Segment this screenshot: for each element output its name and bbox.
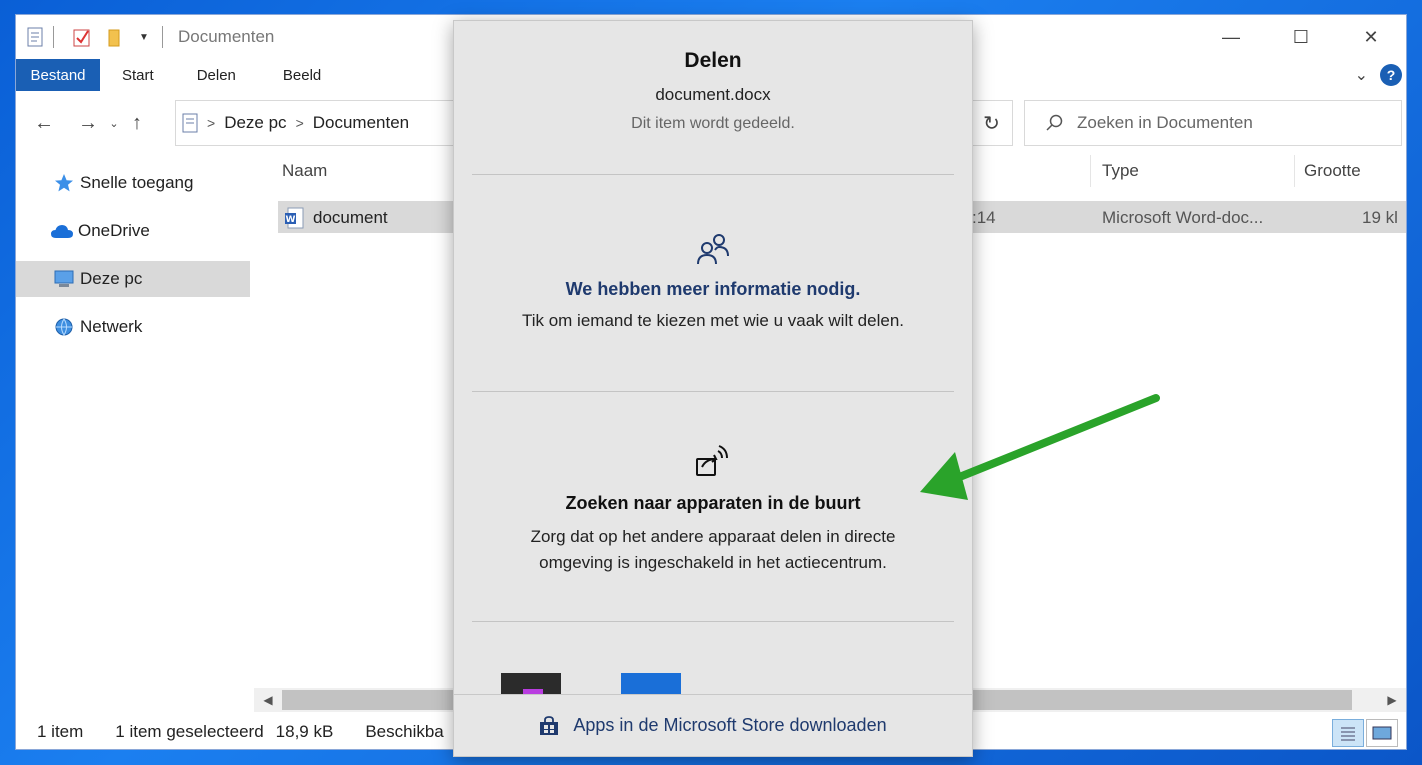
documents-location-icon — [182, 113, 198, 133]
column-header-type[interactable]: Type — [1102, 161, 1139, 181]
svg-text:W: W — [286, 215, 296, 225]
sidebar-item-onedrive[interactable]: OneDrive — [16, 213, 250, 249]
properties-icon[interactable] — [26, 27, 44, 47]
minimize-button[interactable]: — — [1196, 15, 1266, 59]
chevron-right-icon[interactable]: > — [296, 115, 304, 131]
network-icon — [52, 317, 76, 337]
recent-locations-button[interactable]: ⌄ — [104, 107, 124, 139]
share-panel: Delen document.docx Dit item wordt gedee… — [453, 20, 973, 757]
up-button[interactable]: ↑ — [124, 107, 150, 139]
nearby-share-text-line2: omgeving is ingeschakeld in het actiecen… — [539, 553, 887, 572]
scroll-right-button[interactable]: ▶ — [1380, 690, 1404, 710]
search-placeholder: Zoeken in Documenten — [1077, 113, 1253, 132]
share-subtitle: Dit item wordt gedeeld. — [631, 115, 795, 132]
back-button[interactable]: ← — [28, 107, 60, 139]
status-selected: 1 item geselecteerd — [115, 722, 264, 741]
divider — [472, 621, 954, 622]
scroll-left-button[interactable]: ◀ — [256, 690, 280, 710]
window-controls: — ☐ ✕ — [1196, 15, 1406, 59]
file-date-fragment: :14 — [972, 208, 996, 227]
window-title: Documenten — [178, 27, 275, 46]
microsoft-store-link[interactable]: Apps in de Microsoft Store downloaden — [454, 694, 972, 756]
chevron-right-icon[interactable]: > — [207, 115, 215, 131]
computer-icon — [52, 269, 76, 289]
status-availability: Beschikba — [365, 722, 444, 741]
store-link-label: Apps in de Microsoft Store downloaden — [573, 715, 887, 735]
sidebar-item-label: OneDrive — [78, 221, 150, 240]
details-view-icon[interactable] — [1332, 719, 1364, 747]
tab-bestand[interactable]: Bestand — [16, 59, 100, 91]
people-section[interactable]: We hebben meer informatie nodig. Tik om … — [454, 231, 972, 334]
divider — [472, 174, 954, 175]
search-input[interactable]: Zoeken in Documenten — [1024, 100, 1402, 146]
refresh-button[interactable]: ↻ — [970, 101, 1012, 145]
sidebar-item-label: Deze pc — [80, 269, 143, 288]
nearby-share-section[interactable]: Zoeken naar apparaten in de buurt Zorg d… — [454, 441, 972, 576]
share-title: Delen — [684, 49, 742, 72]
large-icons-view-icon[interactable] — [1366, 719, 1398, 747]
ribbon-right: ⌄ ? — [1355, 59, 1406, 91]
sidebar-item-label: Snelle toegang — [80, 173, 194, 192]
column-separator[interactable] — [1090, 155, 1091, 187]
cloud-icon — [50, 221, 74, 241]
status-item-count: 1 item — [37, 722, 84, 741]
close-button[interactable]: ✕ — [1336, 15, 1406, 59]
sidebar-item-deze-pc[interactable]: Deze pc — [16, 261, 250, 297]
nearby-share-icon — [454, 441, 972, 481]
people-icon — [454, 231, 972, 269]
breadcrumb-deze-pc[interactable]: Deze pc — [224, 113, 286, 133]
sidebar-item-netwerk[interactable]: Netwerk — [16, 309, 250, 345]
share-filename: document.docx — [655, 85, 771, 104]
column-header-naam[interactable]: Naam — [282, 161, 327, 181]
breadcrumb-documenten[interactable]: Documenten — [313, 113, 409, 133]
new-folder-icon[interactable] — [105, 27, 123, 47]
chevron-down-icon[interactable]: ▼ — [135, 27, 153, 47]
maximize-button[interactable]: ☐ — [1266, 15, 1336, 59]
nearby-share-text-line1: Zorg dat op het andere apparaat delen in… — [530, 527, 896, 546]
title-separator — [162, 26, 163, 48]
star-icon — [52, 173, 76, 193]
people-title: We hebben meer informatie nodig. — [565, 279, 861, 299]
expand-ribbon-icon[interactable]: ⌄ — [1355, 65, 1368, 85]
navigation-pane: Snelle toegang OneDrive Deze pc Netwerk — [16, 165, 250, 705]
tab-delen[interactable]: Delen — [169, 59, 251, 91]
tab-beeld[interactable]: Beeld — [251, 59, 336, 91]
word-document-icon: W — [284, 207, 304, 229]
status-size: 18,9 kB — [275, 722, 334, 741]
help-icon[interactable]: ? — [1380, 64, 1402, 86]
column-separator[interactable] — [1294, 155, 1295, 187]
file-type: Microsoft Word-doc... — [1102, 208, 1264, 227]
file-size: 19 kl — [1362, 208, 1398, 227]
nearby-share-title: Zoeken naar apparaten in de buurt — [565, 493, 861, 513]
divider — [472, 391, 954, 392]
toolbar-separator — [53, 26, 54, 48]
tab-start[interactable]: Start — [104, 59, 169, 91]
sidebar-item-snelle-toegang[interactable]: Snelle toegang — [16, 165, 250, 201]
checkmark-icon[interactable] — [73, 27, 91, 47]
column-header-grootte[interactable]: Grootte — [1304, 161, 1361, 181]
file-name: document — [313, 208, 388, 227]
view-buttons — [1330, 719, 1398, 747]
store-icon — [539, 715, 559, 736]
sidebar-item-label: Netwerk — [80, 317, 143, 336]
forward-button[interactable]: → — [72, 107, 104, 139]
search-icon — [1045, 114, 1063, 132]
people-text: Tik om iemand te kiezen met wie u vaak w… — [521, 311, 905, 330]
